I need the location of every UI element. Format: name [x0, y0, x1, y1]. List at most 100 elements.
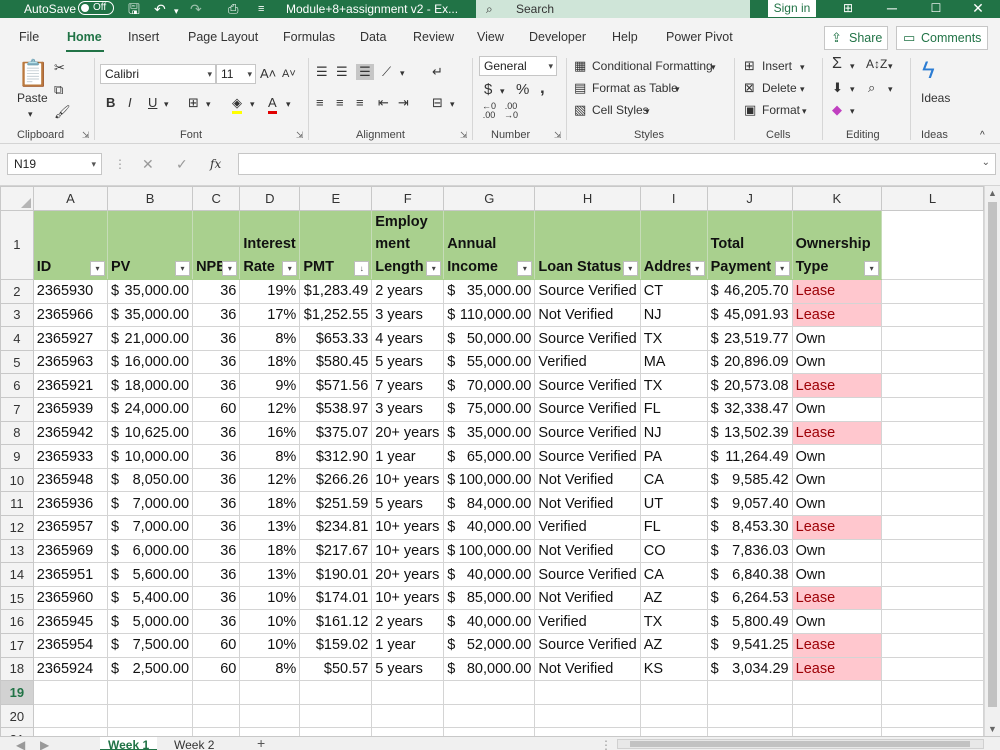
- cell[interactable]: [881, 467, 984, 493]
- cell-ownership[interactable]: Lease: [791, 515, 883, 540]
- cell-income[interactable]: $40,000.00: [443, 609, 536, 634]
- fill-color-dropdown-icon[interactable]: ▾: [250, 96, 255, 112]
- cell-rate[interactable]: 10%: [239, 585, 301, 611]
- sort-descending-icon[interactable]: ↓: [354, 261, 370, 277]
- cell-income[interactable]: $75,000.00: [443, 397, 536, 422]
- cell-ownership[interactable]: Own: [791, 326, 883, 351]
- clear-icon[interactable]: ◆: [832, 102, 842, 118]
- drag-handle-icon[interactable]: ⋮: [114, 156, 126, 172]
- cell-rate[interactable]: 16%: [239, 420, 301, 446]
- cell-pmt[interactable]: $571.56: [299, 373, 373, 399]
- cell-status[interactable]: Source Verified: [534, 326, 641, 351]
- cell-ownership[interactable]: Own: [791, 562, 883, 587]
- cell-pmt[interactable]: $190.01: [299, 562, 373, 587]
- cell-address[interactable]: NJ: [639, 420, 708, 446]
- cell-ownership[interactable]: Lease: [791, 633, 883, 658]
- cell-rate[interactable]: 17%: [239, 302, 301, 328]
- cell[interactable]: [239, 727, 301, 736]
- touch-mode-icon[interactable]: ⎙: [228, 1, 238, 17]
- cell-nper[interactable]: 60: [192, 656, 241, 682]
- cell-status[interactable]: Not Verified: [534, 491, 641, 517]
- cell-status[interactable]: Verified: [534, 515, 641, 540]
- cell[interactable]: [639, 727, 708, 736]
- cell-status[interactable]: Source Verified: [534, 562, 641, 587]
- cell-total[interactable]: $9,585.42: [706, 467, 793, 493]
- cell-length[interactable]: 10+ years: [371, 538, 445, 564]
- cell-rate[interactable]: 18%: [239, 491, 301, 517]
- row-header[interactable]: 13: [0, 538, 34, 564]
- number-launcher-icon[interactable]: ⇲: [554, 130, 562, 141]
- row-header[interactable]: 18: [0, 656, 34, 682]
- cell-nper[interactable]: 36: [192, 373, 241, 399]
- cell[interactable]: [881, 538, 984, 564]
- cell-pv[interactable]: $21,000.00: [107, 326, 194, 351]
- cell[interactable]: [371, 680, 445, 705]
- font-color-dropdown-icon[interactable]: ▾: [286, 96, 291, 112]
- scroll-sheets-left-icon[interactable]: ◀: [8, 737, 33, 750]
- filter-dropdown-icon[interactable]: ▾: [282, 261, 298, 277]
- delete-cells-button[interactable]: Delete: [762, 80, 797, 96]
- conditional-formatting-button[interactable]: Conditional Formatting: [592, 58, 713, 74]
- cell[interactable]: [299, 703, 373, 729]
- cell-income[interactable]: $80,000.00: [443, 656, 536, 682]
- scrollbar-thumb[interactable]: [988, 202, 997, 707]
- fill-dropdown-icon[interactable]: ▾: [850, 81, 855, 97]
- cell-total[interactable]: $8,453.30: [706, 515, 793, 540]
- cell-rate[interactable]: 13%: [239, 562, 301, 587]
- align-center-icon[interactable]: ≡: [336, 95, 344, 111]
- cell-length[interactable]: 10+ years: [371, 585, 445, 611]
- cell-address[interactable]: FL: [639, 397, 708, 422]
- format-as-table-icon[interactable]: ▤: [574, 80, 586, 96]
- bottom-align-icon[interactable]: ☰: [356, 64, 374, 80]
- insert-cells-button[interactable]: Insert: [762, 58, 792, 74]
- italic-icon[interactable]: I: [128, 95, 132, 111]
- cell-id[interactable]: 2365948: [32, 467, 109, 493]
- cell[interactable]: [881, 397, 984, 422]
- cell-address[interactable]: AZ: [639, 585, 708, 611]
- save-icon[interactable]: 🖫: [128, 1, 140, 17]
- cell-total[interactable]: $6,840.38: [706, 562, 793, 587]
- cell-ownership[interactable]: Own: [791, 397, 883, 422]
- cell[interactable]: [881, 491, 984, 517]
- cell-rate[interactable]: 18%: [239, 538, 301, 564]
- name-box[interactable]: N19 ▾: [7, 153, 102, 175]
- cell-rate[interactable]: 10%: [239, 609, 301, 634]
- cell[interactable]: [371, 727, 445, 736]
- cell-pmt[interactable]: $161.12: [299, 609, 373, 634]
- cell-total[interactable]: $20,573.08: [706, 373, 793, 399]
- cell-address[interactable]: TX: [639, 326, 708, 351]
- cell-total[interactable]: $13,502.39: [706, 420, 793, 446]
- cancel-entry-icon[interactable]: ✕: [142, 156, 154, 172]
- scroll-down-icon[interactable]: ▼: [988, 724, 997, 734]
- row-header[interactable]: 1: [0, 209, 34, 281]
- cell-rate[interactable]: 8%: [239, 444, 301, 469]
- merge-dropdown-icon[interactable]: ▾: [450, 96, 455, 112]
- cell-nper[interactable]: 36: [192, 609, 241, 634]
- cell-pmt[interactable]: $217.67: [299, 538, 373, 564]
- row-header[interactable]: 7: [0, 397, 34, 422]
- column-header-i[interactable]: I: [639, 186, 708, 211]
- cell-styles-button[interactable]: Cell Styles: [592, 102, 649, 118]
- cell[interactable]: [371, 703, 445, 729]
- number-format-select[interactable]: General ▾: [479, 56, 557, 76]
- cell-styles-icon[interactable]: ▧: [574, 102, 586, 118]
- cell-length[interactable]: 1 year: [371, 444, 445, 469]
- cell-pv[interactable]: $7,500.00: [107, 633, 194, 658]
- top-align-icon[interactable]: ☰: [316, 64, 328, 80]
- table-header-cell[interactable]: PMT ↓: [299, 209, 373, 281]
- cell-length[interactable]: 7 years: [371, 373, 445, 399]
- paste-label[interactable]: Paste: [17, 90, 48, 106]
- cell[interactable]: [192, 727, 241, 736]
- cell-id[interactable]: 2365921: [32, 373, 109, 399]
- clipboard-launcher-icon[interactable]: ⇲: [82, 130, 90, 141]
- row-header[interactable]: 16: [0, 609, 34, 634]
- cell-nper[interactable]: 36: [192, 538, 241, 564]
- minimize-icon[interactable]: ─: [872, 0, 912, 18]
- cell-pmt[interactable]: $580.45: [299, 349, 373, 375]
- row-header[interactable]: 3: [0, 302, 34, 328]
- cell-total[interactable]: $20,896.09: [706, 349, 793, 375]
- column-header-e[interactable]: E: [299, 186, 373, 211]
- middle-align-icon[interactable]: ☰: [336, 64, 348, 80]
- column-header-b[interactable]: B: [107, 186, 194, 211]
- cell-total[interactable]: $5,800.49: [706, 609, 793, 634]
